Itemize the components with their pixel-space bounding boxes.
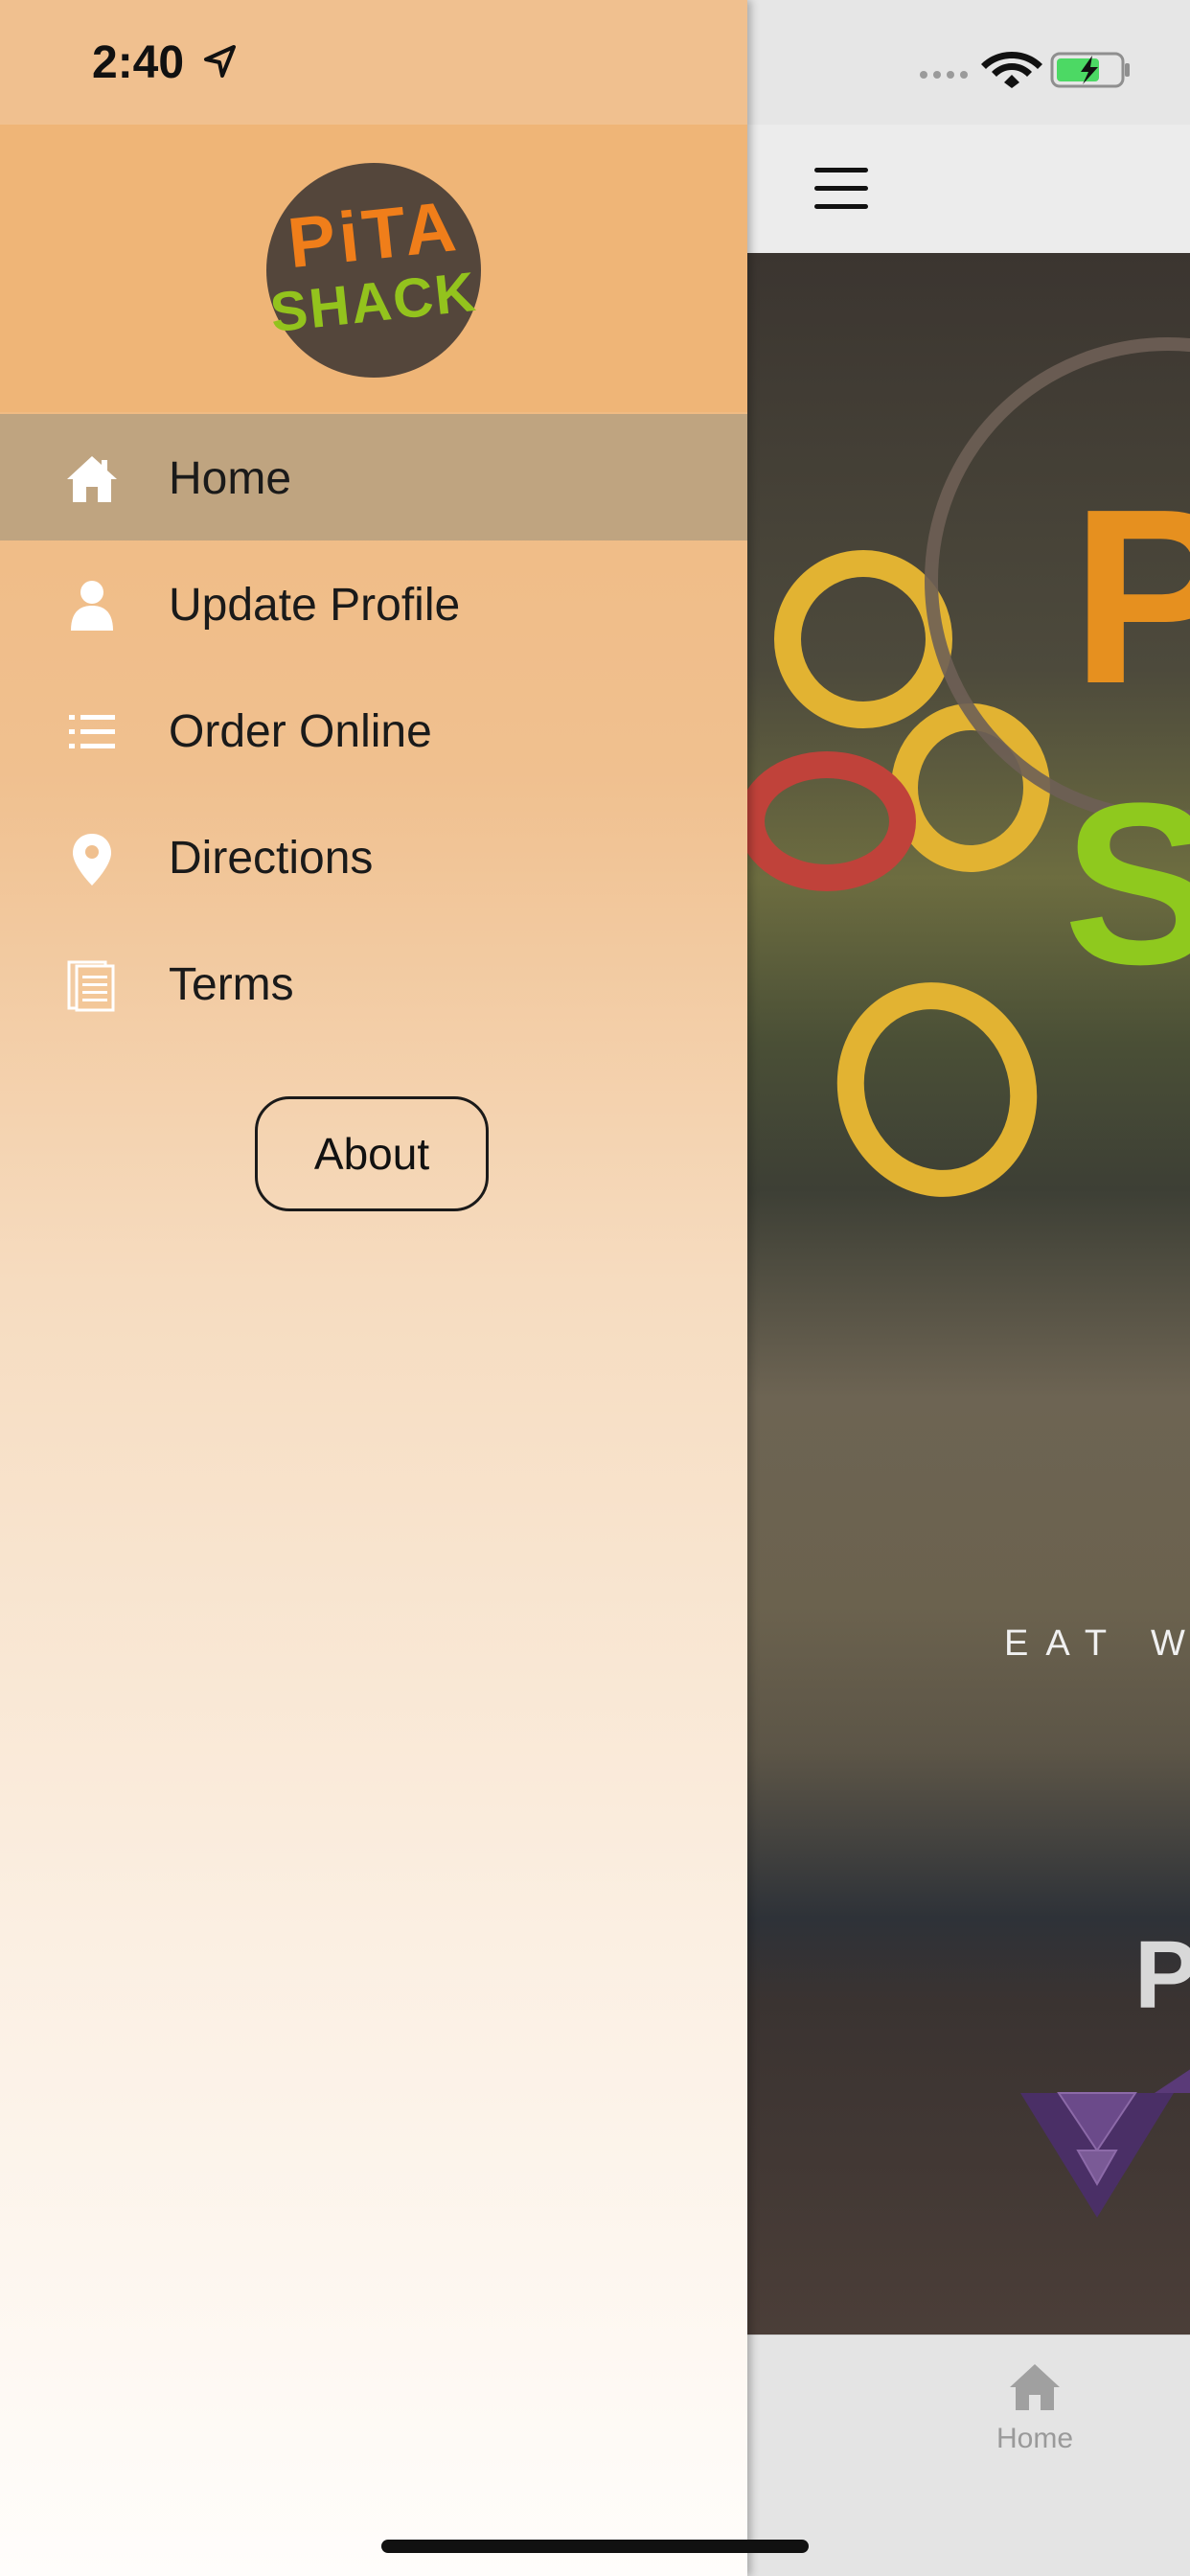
menu-item-label: Terms [169, 959, 294, 1010]
wifi-icon [981, 52, 1042, 88]
hero-logo-letter: P [1071, 458, 1190, 736]
menu-item-label: Order Online [169, 706, 432, 757]
status-bar-right [747, 0, 1190, 125]
hero-tagline: EAT WE [1004, 1623, 1190, 1664]
hero-logo-letter: S [1064, 755, 1190, 1012]
menu-item-update-profile[interactable]: Update Profile [0, 540, 747, 667]
status-time: 2:40 [92, 37, 185, 88]
app-header [747, 125, 1190, 254]
list-icon [69, 715, 115, 748]
menu-item-terms[interactable]: Terms [0, 920, 747, 1046]
home-icon [67, 456, 117, 502]
pepper-decoration [807, 954, 1067, 1226]
menu-item-label: Home [169, 453, 292, 504]
menu-item-label: Update Profile [169, 580, 461, 631]
user-icon [71, 581, 113, 631]
hero-image: P S EAT WE PC [747, 253, 1190, 2334]
home-icon [1010, 2364, 1060, 2410]
document-icon [67, 960, 115, 1012]
menu-item-directions[interactable]: Directions [0, 794, 747, 920]
pita-shack-logo: PiTA SHACK [266, 163, 481, 378]
status-bar-left: 2:40 [0, 0, 747, 125]
tab-home[interactable]: Home [992, 2362, 1078, 2455]
menu-item-order-online[interactable]: Order Online [0, 667, 747, 794]
status-icons [918, 46, 1167, 93]
navigation-drawer: 2:40 PiTA SHACK Home Update Profile Orde… [0, 0, 747, 2576]
signal-icon [920, 71, 968, 79]
triangle-logo-icon [1020, 2069, 1190, 2218]
menu-item-label: Directions [169, 833, 374, 884]
drawer-header: PiTA SHACK [0, 125, 747, 412]
about-button[interactable]: About [255, 1096, 489, 1211]
tab-home-label: Home [995, 2423, 1074, 2454]
tab-bar: Home [747, 2334, 1190, 2576]
hero-partial-text: PC [1134, 1921, 1190, 2029]
pepper-decoration [747, 751, 916, 891]
battery-icon [1050, 52, 1130, 88]
location-pin-icon [73, 834, 111, 886]
menu-icon[interactable] [814, 168, 868, 210]
location-arrow-icon [204, 45, 236, 78]
home-indicator[interactable] [381, 2540, 809, 2553]
background-app-screen: P S EAT WE PC Home [747, 0, 1190, 2576]
menu-item-home[interactable]: Home [0, 414, 747, 540]
